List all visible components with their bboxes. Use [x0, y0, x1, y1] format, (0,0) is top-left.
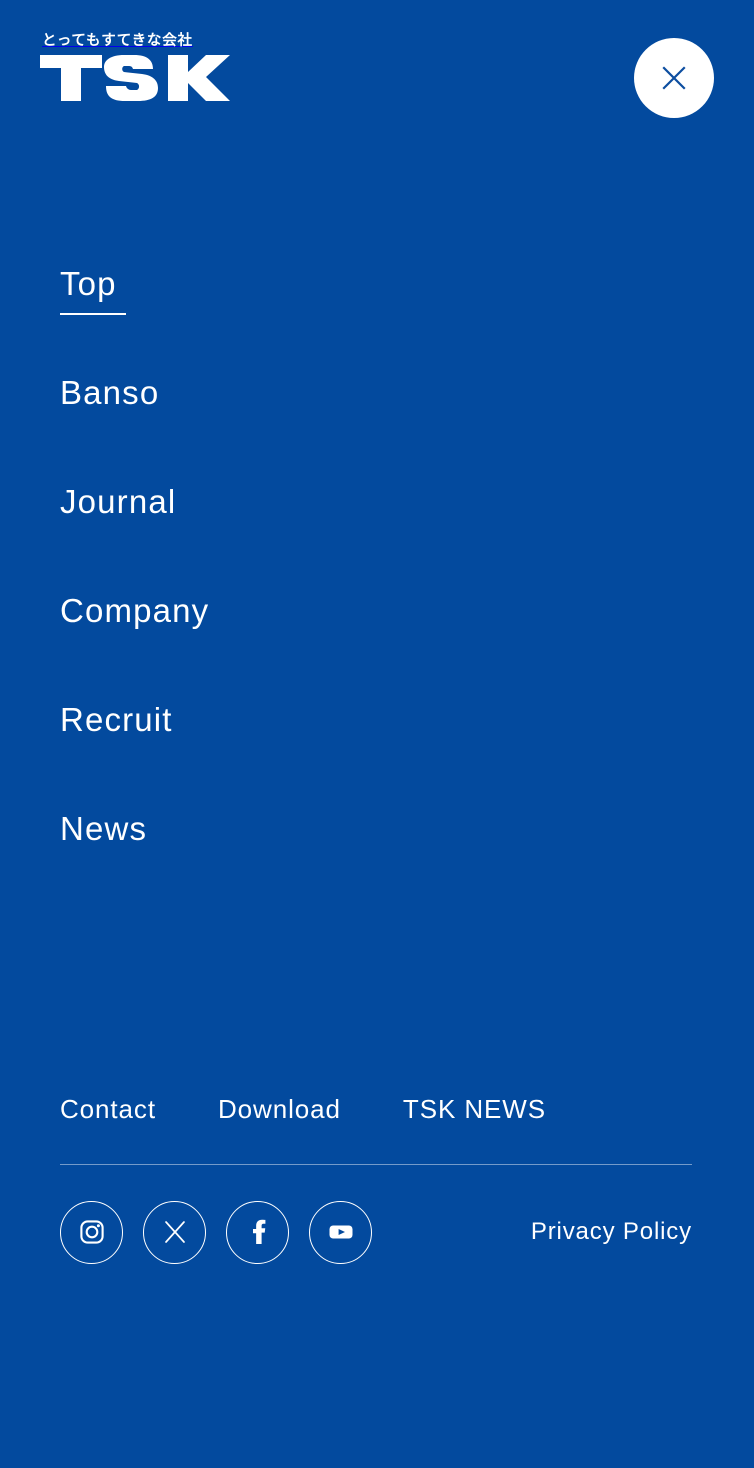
x-twitter-icon — [164, 1221, 185, 1243]
site-header: とってもすてきな会社 — [0, 0, 754, 150]
logo-link[interactable]: とってもすてきな会社 — [40, 34, 240, 101]
instagram-icon — [79, 1220, 104, 1244]
nav-item-top[interactable]: Top — [60, 262, 460, 371]
social-link-instagram[interactable] — [60, 1200, 123, 1264]
social-link-youtube[interactable] — [309, 1200, 372, 1264]
footer-bottom-row: Privacy Policy — [60, 1200, 694, 1264]
social-link-x[interactable] — [143, 1200, 206, 1264]
nav-item-label: Banso — [60, 374, 160, 411]
nav-item-label: Journal — [60, 483, 177, 520]
nav-item-journal[interactable]: Journal — [60, 480, 460, 589]
facebook-icon — [252, 1219, 265, 1244]
nav-item-company[interactable]: Company — [60, 589, 460, 698]
nav-item-label: News — [60, 810, 148, 847]
footer-link-download[interactable]: Download — [218, 1096, 341, 1122]
close-icon — [662, 66, 686, 90]
menu-footer: Contact Download TSK NEWS Privacy Policy — [60, 1085, 694, 1264]
nav-active-underline — [60, 313, 126, 315]
social-link-facebook[interactable] — [226, 1200, 289, 1264]
youtube-icon — [329, 1225, 352, 1239]
footer-link-contact[interactable]: Contact — [60, 1096, 156, 1122]
footer-link-tsk-news[interactable]: TSK NEWS — [403, 1096, 546, 1122]
privacy-policy-link[interactable]: Privacy Policy — [531, 1218, 694, 1246]
nav-item-label: Top — [60, 265, 117, 302]
close-menu-button[interactable] — [634, 38, 714, 118]
nav-item-label: Recruit — [60, 701, 173, 738]
nav-item-banso[interactable]: Banso — [60, 371, 460, 480]
social-links — [60, 1200, 372, 1264]
footer-link-row: Contact Download TSK NEWS — [60, 1085, 694, 1133]
logo-tagline: とってもすてきな会社 — [42, 33, 193, 49]
main-navigation: Top Banso Journal Company Recruit News — [60, 262, 460, 916]
nav-item-recruit[interactable]: Recruit — [60, 698, 460, 807]
nav-item-label: Company — [60, 592, 210, 629]
footer-divider — [60, 1164, 692, 1165]
nav-item-news[interactable]: News — [60, 807, 460, 916]
tsk-logo — [40, 54, 230, 101]
